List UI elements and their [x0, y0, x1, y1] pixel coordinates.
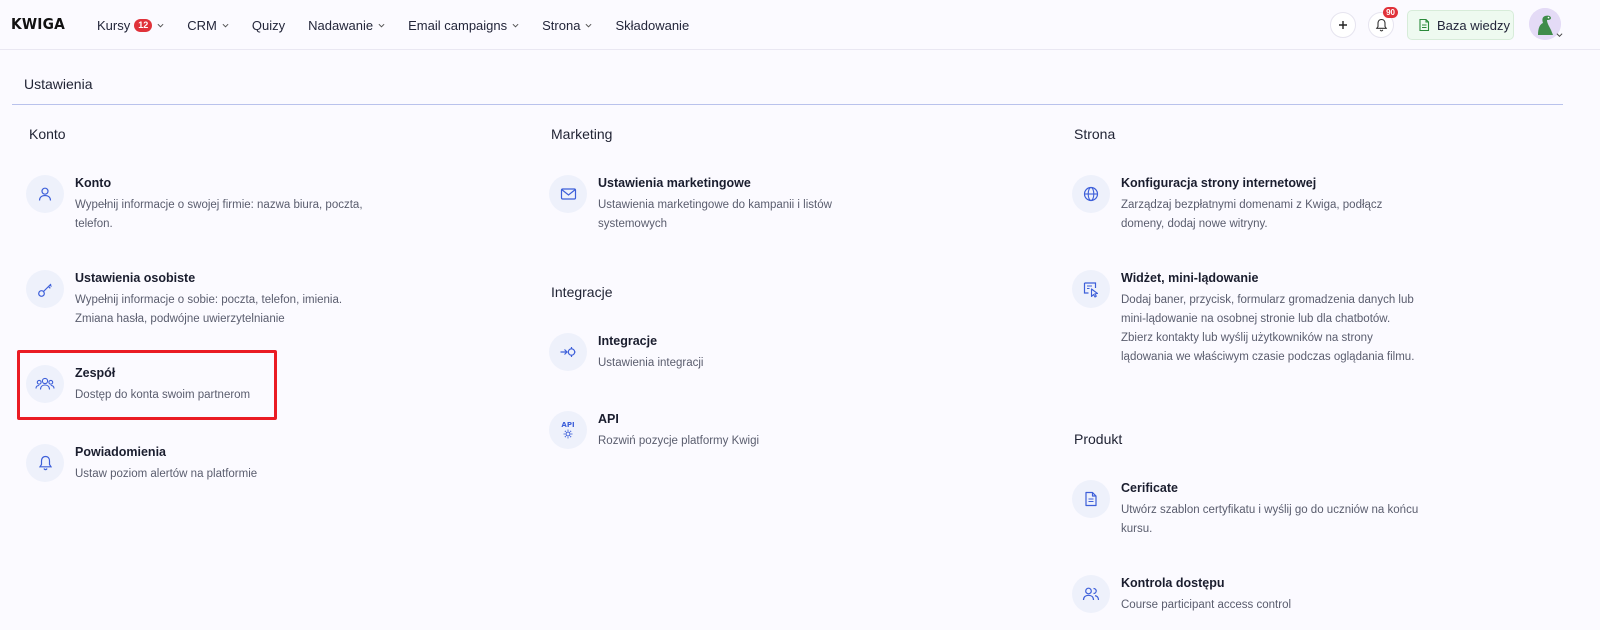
nav-item-label: Kursy: [97, 17, 131, 33]
nav-item-crm[interactable]: CRM: [187, 18, 229, 33]
card-title: Widżet, mini-lądowanie: [1121, 271, 1259, 285]
card-description: Course participant access control: [1121, 599, 1292, 611]
card-description: Ustawienia marketingowe do kampanii i li…: [598, 199, 832, 230]
nav-item-label: Email campaigns: [408, 17, 508, 33]
book-icon: [1419, 18, 1430, 32]
card-title: Integracje: [598, 334, 658, 348]
card-title: Kontrola dostępu: [1121, 576, 1225, 590]
card-title: Powiadomienia: [75, 445, 166, 459]
document-icon: [1072, 480, 1110, 518]
card-title: Konto: [75, 176, 112, 190]
chevron-down-icon: [378, 23, 385, 28]
section-title-konto: Konto: [29, 126, 66, 142]
section-title-marketing: Marketing: [551, 126, 613, 142]
svg-text:API: API: [561, 421, 574, 429]
nav-item-strona[interactable]: Strona: [542, 18, 592, 33]
nav-item-skladowanie[interactable]: Składowanie: [615, 18, 689, 33]
card-description: Wypełnij informacje o sobie: poczta, tel…: [75, 294, 343, 325]
nav-item-kursy[interactable]: Kursy 12: [97, 18, 164, 33]
card-title: Zespół: [75, 366, 116, 380]
nav-item-email-campaigns[interactable]: Email campaigns: [408, 18, 519, 33]
title-divider: [12, 104, 1563, 105]
chevron-down-icon: [512, 23, 519, 28]
globe-icon: [1072, 175, 1110, 213]
knowledge-base-label: Baza wiedzy: [1437, 17, 1510, 33]
card-description: Ustaw poziom alertów na platformie: [75, 468, 258, 480]
plus-icon: [1339, 21, 1347, 29]
top-bar: KWIGA Kursy 12 CRM Quizy Nadawanie Email…: [0, 0, 1600, 50]
kwiga-logo[interactable]: KWIGA: [11, 15, 65, 33]
card-title: Cerificate: [1121, 481, 1178, 495]
card-description: Dodaj baner, przycisk, formularz gromadz…: [1121, 294, 1415, 363]
add-button[interactable]: [1330, 12, 1356, 38]
users-icon: [1072, 575, 1110, 613]
chevron-down-icon[interactable]: [1556, 32, 1563, 38]
card-title: Ustawienia osobiste: [75, 271, 196, 285]
knowledge-base-button[interactable]: Baza wiedzy: [1407, 10, 1514, 40]
card-description: Zarządzaj bezpłatnymi domenami z Kwiga, …: [1121, 199, 1383, 230]
bell-icon: [26, 444, 64, 482]
section-title-integracje: Integracje: [551, 284, 613, 300]
nav-item-label: Quizy: [251, 17, 286, 33]
card-title: API: [598, 412, 619, 426]
integration-icon: [549, 333, 587, 371]
card-description: Utwórz szablon certyfikatu i wyślij go d…: [1121, 504, 1419, 535]
nav-item-label: Składowanie: [615, 17, 690, 33]
card-description: Dostęp do konta swoim partnerom: [75, 389, 251, 401]
nav-item-label: Strona: [542, 17, 581, 33]
key-icon: [26, 270, 64, 308]
nav-item-quizy[interactable]: Quizy: [252, 18, 285, 33]
notifications-count-badge: 90: [1383, 7, 1398, 18]
card-title: Konfiguracja strony internetowej: [1121, 176, 1317, 190]
card-description: Ustawienia integracji: [598, 357, 704, 369]
chevron-down-icon: [222, 23, 229, 28]
user-icon: [26, 175, 64, 213]
card-title: Ustawienia marketingowe: [598, 176, 751, 190]
notifications-button[interactable]: 90: [1368, 7, 1398, 38]
card-description: Rozwiń pozycje platformy Kwigi: [598, 435, 760, 447]
main-nav: Kursy 12 CRM Quizy Nadawanie Email campa…: [97, 0, 712, 50]
nav-item-label: CRM: [187, 17, 217, 33]
section-title-produkt: Produkt: [1074, 431, 1123, 447]
team-icon: [26, 365, 64, 403]
card-description: Wypełnij informacje o swojej firmie: naz…: [75, 199, 363, 230]
nav-item-label: Nadawanie: [308, 17, 374, 33]
nav-item-nadawanie[interactable]: Nadawanie: [308, 18, 385, 33]
widget-icon: [1072, 270, 1110, 308]
chevron-down-icon: [585, 23, 592, 28]
section-title-strona: Strona: [1074, 126, 1116, 142]
page-title: Ustawienia: [24, 76, 93, 92]
chevron-down-icon: [157, 23, 164, 28]
api-icon: API: [549, 411, 587, 449]
mail-icon: [549, 175, 587, 213]
kursy-count-badge: 12: [134, 18, 153, 32]
bell-icon: [1375, 18, 1387, 32]
